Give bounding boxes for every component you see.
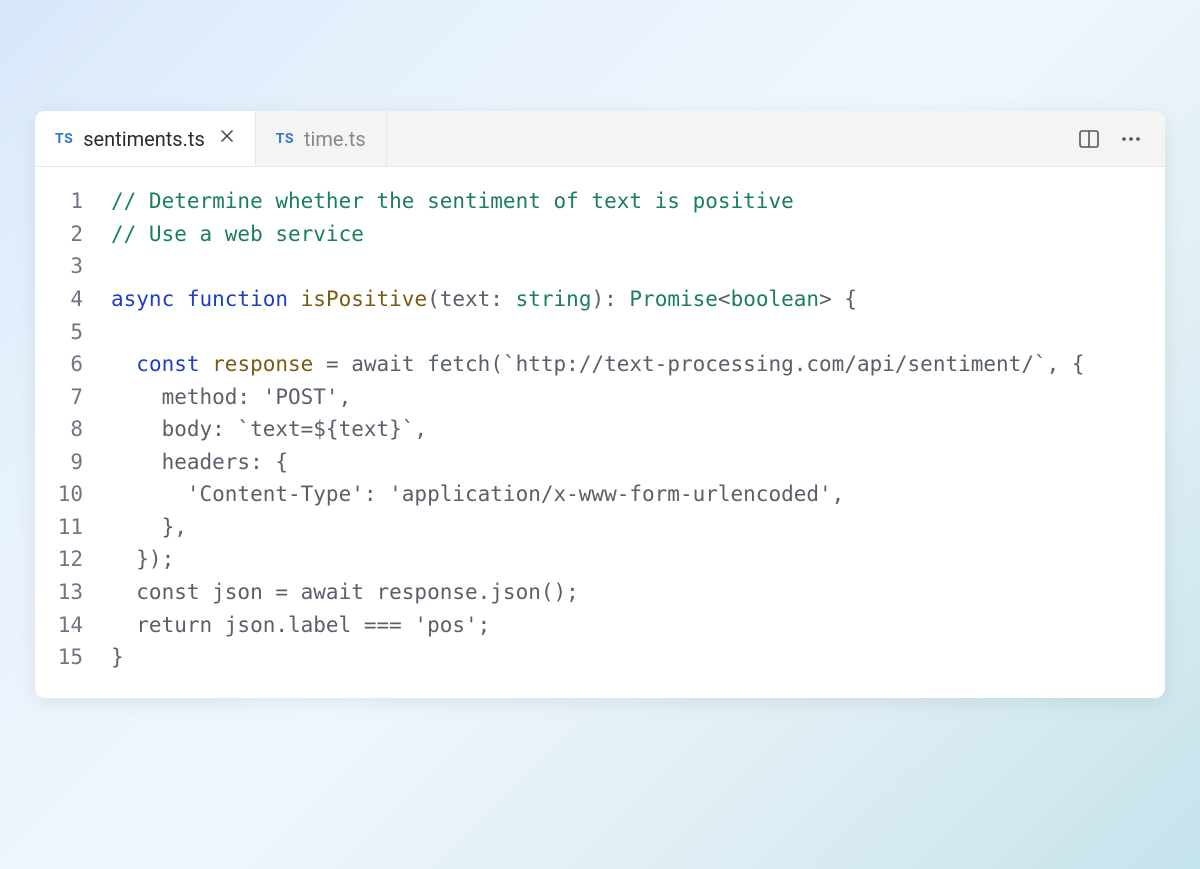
line-number: 6 [35, 348, 83, 381]
line-number: 2 [35, 218, 83, 251]
line-number: 3 [35, 250, 83, 283]
line-number: 15 [35, 641, 83, 674]
code-line[interactable]: } [111, 641, 1165, 674]
line-number: 4 [35, 283, 83, 316]
tab-label: sentiments.ts [83, 127, 205, 151]
line-number: 7 [35, 381, 83, 414]
code-line[interactable]: headers: { [111, 446, 1165, 479]
code-line[interactable]: const response = await fetch(`http://tex… [111, 348, 1165, 381]
code-content[interactable]: // Determine whether the sentiment of te… [111, 185, 1165, 673]
line-number: 8 [35, 413, 83, 446]
close-icon[interactable] [219, 128, 235, 149]
line-number: 13 [35, 576, 83, 609]
tab-bar: TS sentiments.ts TS time.ts [35, 111, 1165, 167]
line-number: 11 [35, 511, 83, 544]
line-number-gutter: 123456789101112131415 [35, 185, 111, 673]
code-line[interactable]: }, [111, 511, 1165, 544]
line-number: 1 [35, 185, 83, 218]
line-number: 5 [35, 316, 83, 349]
code-line[interactable]: const json = await response.json(); [111, 576, 1165, 609]
tab-actions [1077, 127, 1165, 151]
code-editor[interactable]: 123456789101112131415 // Determine wheth… [35, 167, 1165, 697]
line-number: 14 [35, 609, 83, 642]
code-line[interactable]: // Determine whether the sentiment of te… [111, 185, 1165, 218]
tab-sentiments[interactable]: TS sentiments.ts [35, 111, 256, 166]
code-line[interactable]: async function isPositive(text: string):… [111, 283, 1165, 316]
line-number: 9 [35, 446, 83, 479]
tab-label: time.ts [304, 127, 366, 151]
ts-icon: TS [55, 131, 73, 147]
code-line[interactable] [111, 316, 1165, 349]
code-line[interactable] [111, 250, 1165, 283]
ts-icon: TS [276, 131, 294, 147]
editor-window: TS sentiments.ts TS time.ts [35, 111, 1165, 697]
code-line[interactable]: // Use a web service [111, 218, 1165, 251]
code-line[interactable]: body: `text=${text}`, [111, 413, 1165, 446]
tab-time[interactable]: TS time.ts [256, 111, 387, 166]
code-line[interactable]: return json.label === 'pos'; [111, 609, 1165, 642]
code-line[interactable]: }); [111, 543, 1165, 576]
code-line[interactable]: method: 'POST', [111, 381, 1165, 414]
code-line[interactable]: 'Content-Type': 'application/x-www-form-… [111, 478, 1165, 511]
split-editor-icon[interactable] [1077, 127, 1101, 151]
more-icon[interactable] [1119, 127, 1143, 151]
line-number: 12 [35, 543, 83, 576]
line-number: 10 [35, 478, 83, 511]
